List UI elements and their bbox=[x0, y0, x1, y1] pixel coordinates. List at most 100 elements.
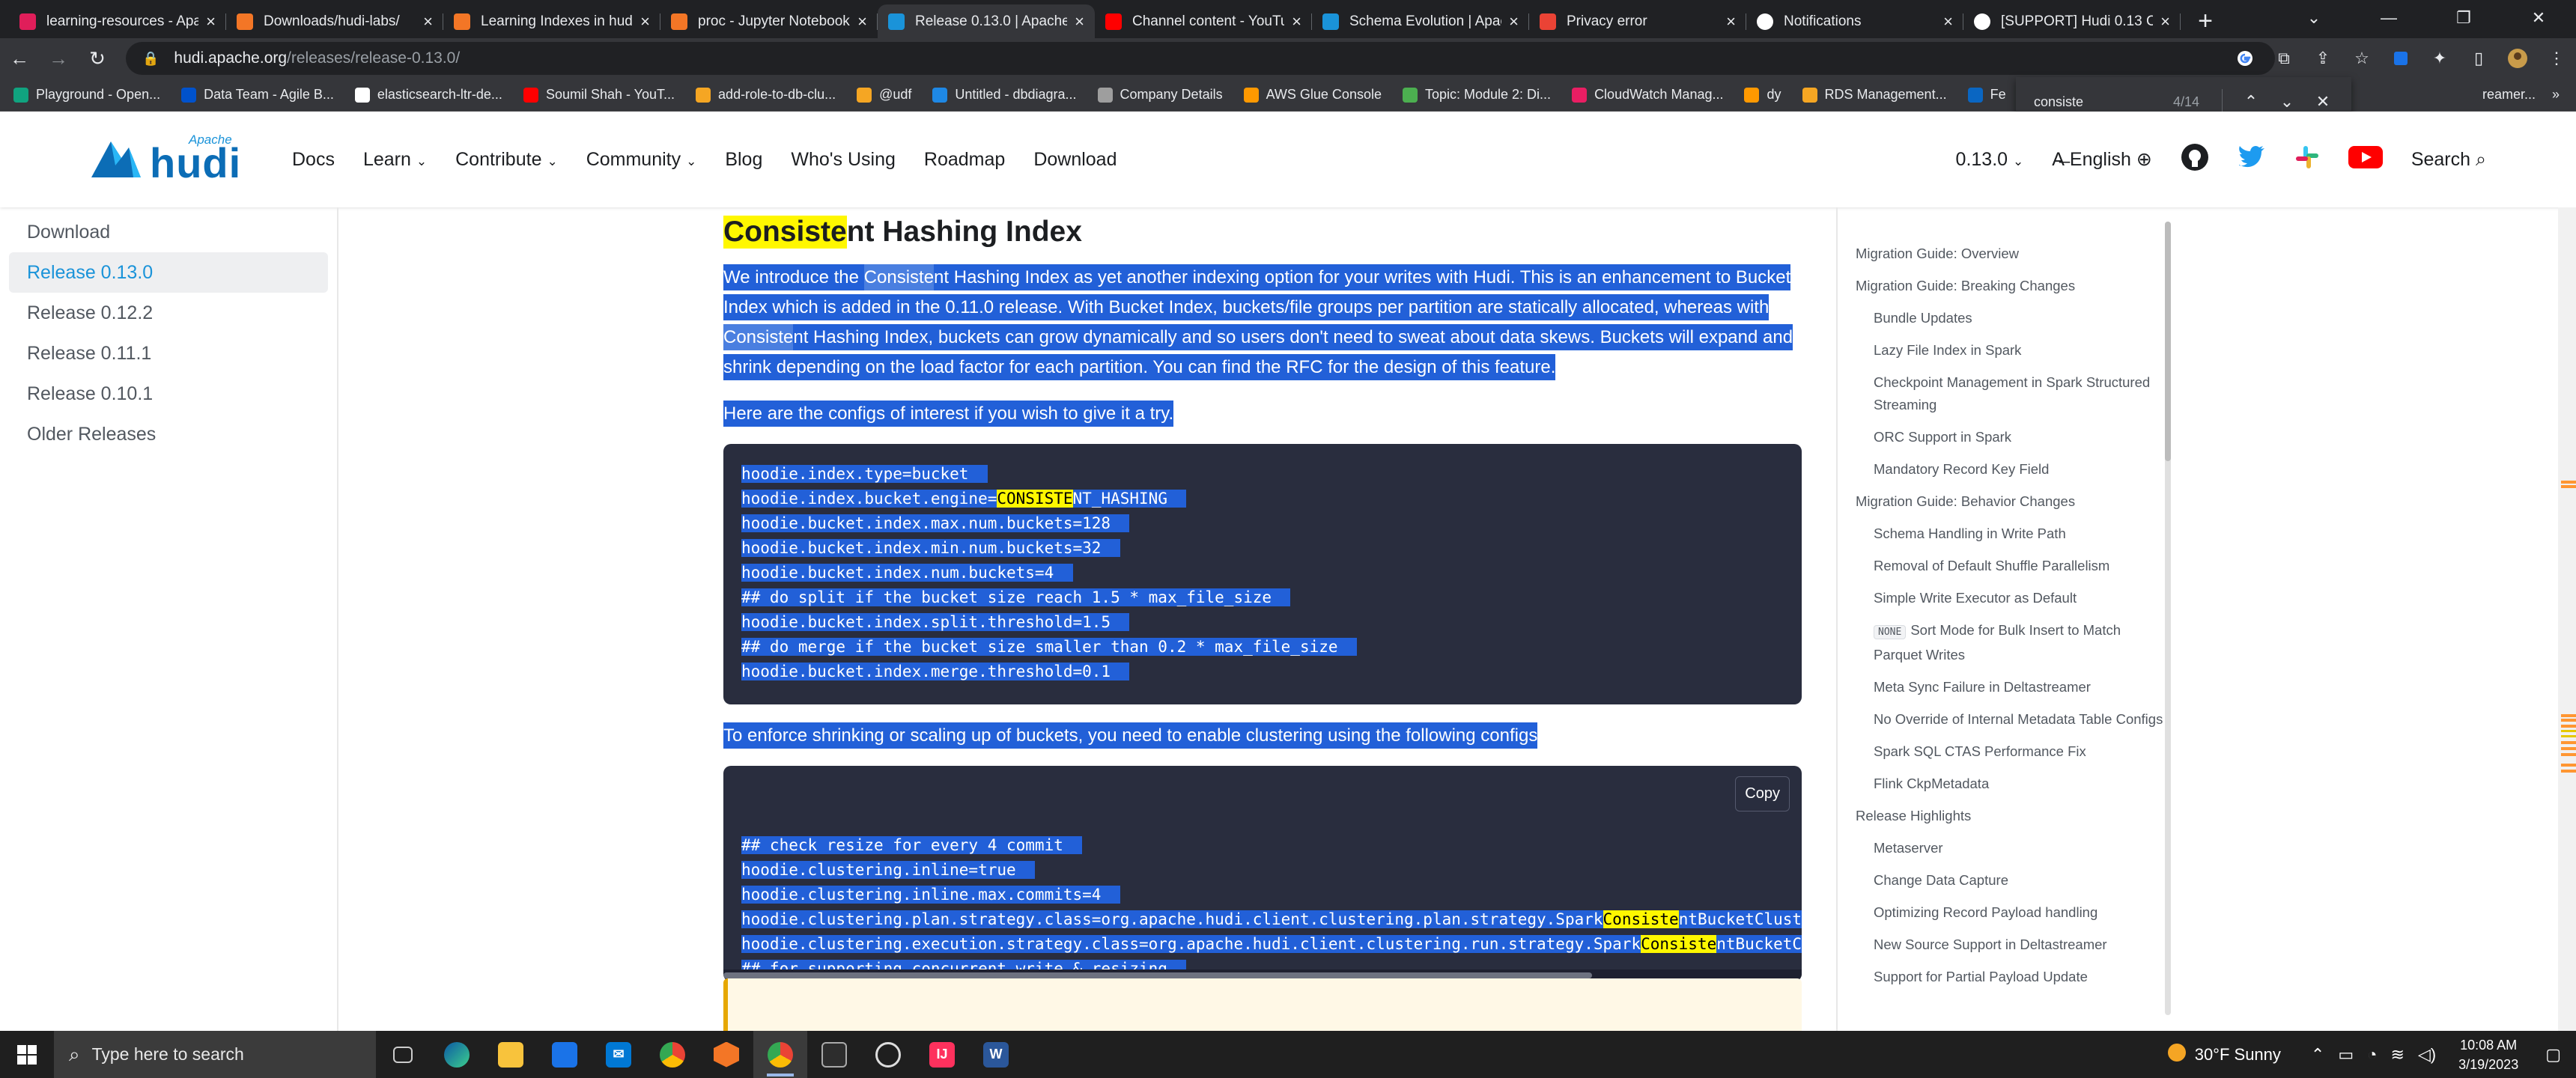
tab-close-icon[interactable]: × bbox=[1726, 12, 1736, 31]
toc-link[interactable]: ORC Support in Spark bbox=[1838, 421, 2166, 453]
bookmark-item[interactable]: RDS Management... bbox=[1802, 87, 1947, 103]
twitter-icon[interactable] bbox=[2238, 145, 2266, 174]
hudi-logo[interactable]: Apache hudi bbox=[88, 133, 261, 186]
toc-link[interactable]: NONE Sort Mode for Bulk Insert to Match P… bbox=[1838, 614, 2166, 671]
terminal-icon[interactable] bbox=[807, 1031, 861, 1078]
nav-learn[interactable]: Learn ⌄ bbox=[363, 149, 427, 171]
bookmark-item[interactable]: Untitled - dbdiagra... bbox=[932, 87, 1077, 103]
bookmark-item[interactable]: @udf bbox=[857, 87, 911, 103]
browser-tab[interactable]: Privacy error × bbox=[1529, 4, 1746, 38]
code-block-index-configs[interactable]: hoodie.index.type=bucket hoodie.index.bu… bbox=[723, 444, 1802, 704]
youtube-icon[interactable] bbox=[2348, 144, 2383, 175]
tab-close-icon[interactable]: × bbox=[640, 12, 650, 31]
browser-tab[interactable]: Release 0.13.0 | Apache Hi× bbox=[878, 4, 1095, 38]
tab-close-icon[interactable]: × bbox=[1075, 12, 1084, 31]
bookmark-item[interactable]: Playground - Open... bbox=[13, 87, 160, 103]
restore-button[interactable]: ❐ bbox=[2426, 0, 2501, 36]
page-scrollbar[interactable] bbox=[2558, 207, 2576, 1031]
tray-overflow-icon[interactable]: ⌃ bbox=[2311, 1045, 2324, 1065]
browser-tab[interactable]: Channel content - YouTub × bbox=[1095, 4, 1312, 38]
notifications-icon[interactable]: ▢ bbox=[2545, 1045, 2561, 1065]
tab-close-icon[interactable]: × bbox=[1943, 12, 1953, 31]
toc-link[interactable]: Bundle Updates bbox=[1838, 302, 2166, 334]
back-button[interactable]: ← bbox=[0, 40, 39, 76]
nav-community[interactable]: Community ⌄ bbox=[586, 149, 697, 171]
toc-link[interactable]: Release Highlights bbox=[1838, 800, 2166, 832]
toc-link[interactable]: Mandatory Record Key Field bbox=[1838, 453, 2166, 485]
address-bar[interactable]: 🔒 hudi.apache.org/releases/release-0.13.… bbox=[126, 42, 2275, 75]
bookmark-item[interactable]: add-role-to-db-clu... bbox=[696, 87, 836, 103]
sidebar-item[interactable]: Release 0.11.1 bbox=[9, 333, 328, 374]
sidebar-item[interactable]: Older Releases bbox=[9, 414, 328, 454]
nav-docs[interactable]: Docs bbox=[292, 149, 335, 171]
sidebar-item[interactable]: Release 0.12.2 bbox=[9, 293, 328, 333]
extensions-puzzle-icon[interactable]: ✦ bbox=[2420, 40, 2459, 76]
code-block-clustering-configs[interactable]: ## check resize for every 4 commit hoodi… bbox=[723, 766, 1802, 981]
tab-search-icon[interactable]: ⌄ bbox=[2276, 0, 2351, 36]
bookmark-item[interactable]: Soumil Shah - YouT... bbox=[523, 87, 675, 103]
toc-link[interactable]: Checkpoint Management in Spark Structure… bbox=[1838, 366, 2166, 421]
browser-tab[interactable]: Notifications × bbox=[1746, 4, 1963, 38]
chrome-icon[interactable] bbox=[645, 1031, 699, 1078]
weather-text[interactable]: 30°F Sunny bbox=[2195, 1045, 2281, 1065]
cast-icon[interactable]: ⧉ bbox=[2264, 40, 2303, 76]
bookmark-item[interactable]: Data Team - Agile B... bbox=[181, 87, 334, 103]
nav-whos-using[interactable]: Who's Using bbox=[791, 149, 896, 171]
find-previous-icon[interactable]: ⌃ bbox=[2233, 92, 2269, 112]
toc-link[interactable]: Change Data Capture bbox=[1838, 864, 2166, 896]
toc-link[interactable]: Meta Sync Failure in Deltastreamer bbox=[1838, 671, 2166, 703]
toc-link[interactable]: Migration Guide: Overview bbox=[1838, 237, 2166, 270]
language-dropdown[interactable]: A̶ English ⊕ bbox=[2052, 148, 2152, 171]
browser-tab[interactable]: [SUPPORT] Hudi 0.13 Con× bbox=[1963, 4, 2181, 38]
file-explorer-icon[interactable] bbox=[484, 1031, 538, 1078]
task-view-icon[interactable] bbox=[376, 1031, 430, 1078]
bookmark-item[interactable]: AWS Glue Console bbox=[1243, 87, 1382, 103]
weather-icon[interactable] bbox=[2166, 1042, 2187, 1068]
tab-close-icon[interactable]: × bbox=[206, 12, 216, 31]
toc-link[interactable]: Optimizing Record Payload handling bbox=[1838, 896, 2166, 928]
bookmark-item[interactable]: Topic: Module 2: Di... bbox=[1402, 87, 1551, 103]
bookmark-item[interactable]: Fe bbox=[1967, 87, 2006, 103]
nav-contribute[interactable]: Contribute ⌄ bbox=[455, 149, 558, 171]
copy-button[interactable]: Copy bbox=[1735, 776, 1790, 811]
share-icon[interactable]: ⇪ bbox=[2303, 40, 2342, 76]
toc-link[interactable]: Support for Partial Payload Update bbox=[1838, 960, 2166, 993]
windows-start-icon[interactable] bbox=[0, 1031, 54, 1078]
taskbar-search-box[interactable]: ⌕ Type here to search bbox=[54, 1031, 376, 1078]
nav-download[interactable]: Download bbox=[1033, 149, 1117, 171]
battery-icon[interactable]: ▭ bbox=[2338, 1045, 2354, 1065]
toc-link[interactable]: New Source Support in Deltastreamer bbox=[1838, 928, 2166, 960]
edge-icon[interactable] bbox=[430, 1031, 484, 1078]
nav-blog[interactable]: Blog bbox=[725, 149, 762, 171]
browser-tab[interactable]: Learning Indexes in hudi × bbox=[443, 4, 660, 38]
word-icon[interactable]: W bbox=[969, 1031, 1023, 1078]
bookmark-item[interactable]: elasticsearch-ltr-de... bbox=[354, 87, 502, 103]
tab-close-icon[interactable]: × bbox=[1509, 12, 1519, 31]
wifi-icon[interactable]: ≋ bbox=[2390, 1045, 2404, 1065]
sidebar-item[interactable]: Release 0.13.0 bbox=[9, 252, 328, 293]
find-close-icon[interactable]: ✕ bbox=[2305, 92, 2341, 112]
toc-link[interactable]: No Override of Internal Metadata Table C… bbox=[1838, 703, 2166, 735]
side-panel-icon[interactable]: ▯ bbox=[2459, 40, 2498, 76]
search-button[interactable]: Search ⌕ bbox=[2411, 149, 2486, 171]
intellij-icon[interactable]: IJ bbox=[915, 1031, 969, 1078]
toc-link[interactable]: Lazy File Index in Spark bbox=[1838, 334, 2166, 366]
find-next-icon[interactable]: ⌄ bbox=[2269, 92, 2305, 112]
settings-app-icon[interactable] bbox=[861, 1031, 915, 1078]
bookmark-item[interactable]: dy bbox=[1744, 87, 1781, 103]
slack-icon[interactable] bbox=[2294, 144, 2320, 175]
forward-button[interactable]: → bbox=[39, 40, 78, 76]
extension-icon[interactable] bbox=[2381, 40, 2420, 76]
sidebar-item[interactable]: Download bbox=[9, 212, 328, 252]
toc-link[interactable]: Metaserver bbox=[1838, 832, 2166, 864]
browser-tab[interactable]: Downloads/hudi-labs/× bbox=[226, 4, 443, 38]
browser-tab[interactable]: learning-resources - Apac × bbox=[9, 4, 226, 38]
toc-link[interactable]: Migration Guide: Breaking Changes bbox=[1838, 270, 2166, 302]
tab-close-icon[interactable]: × bbox=[2160, 12, 2170, 31]
tab-close-icon[interactable]: × bbox=[1292, 12, 1301, 31]
bookmark-star-icon[interactable]: ☆ bbox=[2342, 40, 2381, 76]
toc-scrollbar[interactable] bbox=[2165, 222, 2171, 1015]
bookmark-more-icon[interactable]: » bbox=[2552, 87, 2560, 103]
store-icon[interactable] bbox=[538, 1031, 592, 1078]
chrome-active-icon[interactable] bbox=[753, 1031, 807, 1078]
